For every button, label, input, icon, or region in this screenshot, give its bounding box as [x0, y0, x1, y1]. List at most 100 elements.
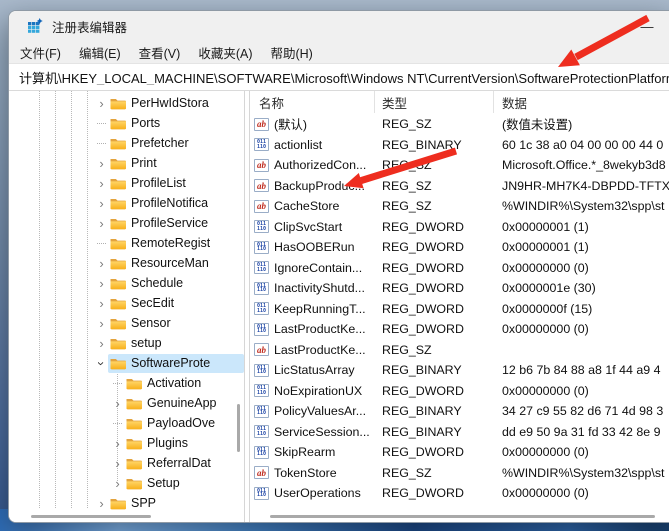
tree-item-secedit[interactable]: › SecEdit: [9, 293, 244, 313]
tree-item-prefetcher[interactable]: Prefetcher: [9, 133, 244, 153]
value-name-cell: ab CacheStore: [250, 199, 375, 213]
registry-value-row-lastproductke[interactable]: 011 110 LastProductKe... REG_DWORD 0x0000000…: [250, 319, 669, 340]
tree-item-profilenotifica[interactable]: › ProfileNotifica: [9, 193, 244, 213]
chevron-collapsed-icon[interactable]: ›: [111, 477, 124, 490]
tree-item-label: PayloadOve: [147, 416, 216, 430]
registry-value-row-licstatusarray[interactable]: 011 110 LicStatusArray REG_BINARY 12 b6 7b 8…: [250, 360, 669, 381]
tree-item-genuineapp[interactable]: › GenuineApp: [9, 393, 244, 413]
tree-item-body[interactable]: Prefetcher: [108, 134, 244, 153]
chevron-expanded-icon[interactable]: ›: [94, 357, 109, 370]
tree-item-body[interactable]: ProfileNotifica: [108, 194, 244, 213]
tree-item-sensor[interactable]: › Sensor: [9, 313, 244, 333]
registry-value-row-cachestore[interactable]: ab CacheStore REG_SZ %WINDIR%\System32\spp\…: [250, 196, 669, 217]
tree-item-body[interactable]: SPP: [108, 494, 244, 513]
registry-value-row-hasooberun[interactable]: 011 110 HasOOBERun REG_DWORD 0x00000001 (1): [250, 237, 669, 258]
chevron-collapsed-icon[interactable]: ›: [111, 457, 124, 470]
tree-item-body[interactable]: SecEdit: [108, 294, 244, 313]
tree-item-body[interactable]: PayloadOve: [124, 414, 244, 433]
registry-value-row-servicesession[interactable]: 011 110 ServiceSession... REG_BINARY dd e9 5…: [250, 422, 669, 443]
registry-value-row-noexpirationux[interactable]: 011 110 NoExpirationUX REG_DWORD 0x00000000 …: [250, 381, 669, 402]
chevron-collapsed-icon[interactable]: ›: [95, 497, 108, 510]
tree-item-body[interactable]: ProfileList: [108, 174, 244, 193]
tree-item-schedule[interactable]: › Schedule: [9, 273, 244, 293]
tree-item-body[interactable]: Setup: [124, 474, 244, 493]
registry-value-row-skiprearm[interactable]: 011 110 SkipRearm REG_DWORD 0x00000000 (0): [250, 442, 669, 463]
registry-value-row-keeprunningt[interactable]: 011 110 KeepRunningT... REG_DWORD 0x0000000f…: [250, 299, 669, 320]
menu-item-help[interactable]: 帮助(H): [261, 41, 321, 64]
chevron-collapsed-icon[interactable]: ›: [95, 177, 108, 190]
value-type: REG_DWORD: [382, 383, 464, 398]
registry-value-row-默认[interactable]: ab (默认) REG_SZ (数值未设置): [250, 114, 669, 135]
registry-value-row-ignorecontain[interactable]: 011 110 IgnoreContain... REG_DWORD 0x0000000…: [250, 258, 669, 279]
registry-value-row-useroperations[interactable]: 011 110 UserOperations REG_DWORD 0x00000000 …: [250, 483, 669, 504]
chevron-collapsed-icon[interactable]: ›: [95, 337, 108, 350]
tree-item-body[interactable]: Print: [108, 154, 244, 173]
chevron-collapsed-icon[interactable]: ›: [111, 437, 124, 450]
registry-value-row-authorizedcon[interactable]: ab AuthorizedCon... REG_SZ Microsoft.Office…: [250, 155, 669, 176]
column-header-type[interactable]: 类型: [375, 91, 494, 113]
tree-item-body[interactable]: SoftwareProte: [108, 353, 244, 373]
menu-item-file[interactable]: 文件(F): [11, 41, 70, 64]
tree-item-body[interactable]: Ports: [108, 114, 244, 133]
tree-item-perhwidstora[interactable]: › PerHwIdStora: [9, 93, 244, 113]
tree-item-body[interactable]: Activation: [124, 374, 244, 393]
menu-item-view[interactable]: 查看(V): [130, 41, 190, 64]
tree-item-body[interactable]: ResourceMan: [108, 254, 244, 273]
tree-item-payloadove[interactable]: PayloadOve: [9, 413, 244, 433]
tree-item-body[interactable]: RemoteRegist: [108, 234, 244, 253]
registry-value-row-policyvaluesar[interactable]: 011 110 PolicyValuesAr... REG_BINARY 34 27 c…: [250, 401, 669, 422]
chevron-collapsed-icon[interactable]: ›: [95, 97, 108, 110]
tree-item-print[interactable]: › Print: [9, 153, 244, 173]
registry-value-row-tokenstore[interactable]: ab TokenStore REG_SZ %WINDIR%\System32\spp\…: [250, 463, 669, 484]
tree-item-ports[interactable]: Ports: [9, 113, 244, 133]
tree-item-resourceman[interactable]: › ResourceMan: [9, 253, 244, 273]
tree-item-body[interactable]: PerHwIdStora: [108, 94, 244, 113]
tree-item-activation[interactable]: Activation: [9, 373, 244, 393]
tree-item-body[interactable]: Plugins: [124, 434, 244, 453]
registry-values-pane[interactable]: 名称 类型 数据 ab (默认) REG_SZ (数值未设置) 011 110 actionli…: [249, 91, 669, 522]
registry-value-row-lastproductke[interactable]: ab LastProductKe... REG_SZ: [250, 340, 669, 361]
tree-horizontal-scrollbar-thumb[interactable]: [31, 515, 151, 518]
tree-item-body[interactable]: setup: [108, 334, 244, 353]
tree-item-profileservice[interactable]: › ProfileService: [9, 213, 244, 233]
chevron-collapsed-icon[interactable]: ›: [95, 277, 108, 290]
tree-item-setup[interactable]: › setup: [9, 333, 244, 353]
tree-item-profilelist[interactable]: › ProfileList: [9, 173, 244, 193]
folder-icon: [110, 238, 126, 249]
registry-value-row-backupproduc[interactable]: ab BackupProduc... REG_SZ JN9HR-MH7K4-DBPDD…: [250, 176, 669, 197]
chevron-collapsed-icon[interactable]: ›: [95, 317, 108, 330]
column-header-name[interactable]: 名称: [250, 91, 375, 113]
value-name-cell: 011 110 InactivityShutd...: [250, 281, 375, 295]
tree-item-body[interactable]: Sensor: [108, 314, 244, 333]
tree-item-body[interactable]: ProfileService: [108, 214, 244, 233]
registry-value-row-actionlist[interactable]: 011 110 actionlist REG_BINARY 60 1c 38 a0 04…: [250, 135, 669, 156]
tree-item-softwareprote[interactable]: › SoftwareProte: [9, 353, 244, 373]
registry-editor-window: 注册表编辑器 — 文件(F)编辑(E)查看(V)收藏夹(A)帮助(H) › Per…: [8, 10, 669, 523]
tree-item-body[interactable]: GenuineApp: [124, 394, 244, 413]
chevron-collapsed-icon[interactable]: ›: [95, 217, 108, 230]
menu-item-favorites[interactable]: 收藏夹(A): [189, 41, 261, 64]
chevron-collapsed-icon[interactable]: ›: [95, 157, 108, 170]
tree-item-referraldat[interactable]: › ReferralDat: [9, 453, 244, 473]
tree-vertical-scrollbar-thumb[interactable]: [237, 404, 240, 452]
menu-item-edit[interactable]: 编辑(E): [70, 41, 130, 64]
minimize-button[interactable]: —: [630, 11, 664, 41]
tree-item-spp[interactable]: › SPP: [9, 493, 244, 513]
registry-value-row-inactivityshutd[interactable]: 011 110 InactivityShutd... REG_DWORD 0x00000…: [250, 278, 669, 299]
main-area: › PerHwIdStora Ports Prefetcher › Print › Profi…: [9, 91, 669, 522]
list-horizontal-scrollbar-thumb[interactable]: [270, 515, 655, 518]
registry-value-row-clipsvcstart[interactable]: 011 110 ClipSvcStart REG_DWORD 0x00000001 (1…: [250, 217, 669, 238]
column-header-data[interactable]: 数据: [494, 91, 669, 113]
address-bar-input[interactable]: [9, 69, 669, 85]
chevron-collapsed-icon[interactable]: ›: [111, 397, 124, 410]
tree-item-setup[interactable]: › Setup: [9, 473, 244, 493]
chevron-collapsed-icon[interactable]: ›: [95, 257, 108, 270]
folder-icon: [126, 398, 142, 409]
tree-item-remoteregist[interactable]: RemoteRegist: [9, 233, 244, 253]
tree-item-body[interactable]: Schedule: [108, 274, 244, 293]
tree-item-body[interactable]: ReferralDat: [124, 454, 244, 473]
chevron-collapsed-icon[interactable]: ›: [95, 297, 108, 310]
registry-tree-pane[interactable]: › PerHwIdStora Ports Prefetcher › Print › Profi…: [9, 91, 245, 522]
chevron-collapsed-icon[interactable]: ›: [95, 197, 108, 210]
tree-item-plugins[interactable]: › Plugins: [9, 433, 244, 453]
